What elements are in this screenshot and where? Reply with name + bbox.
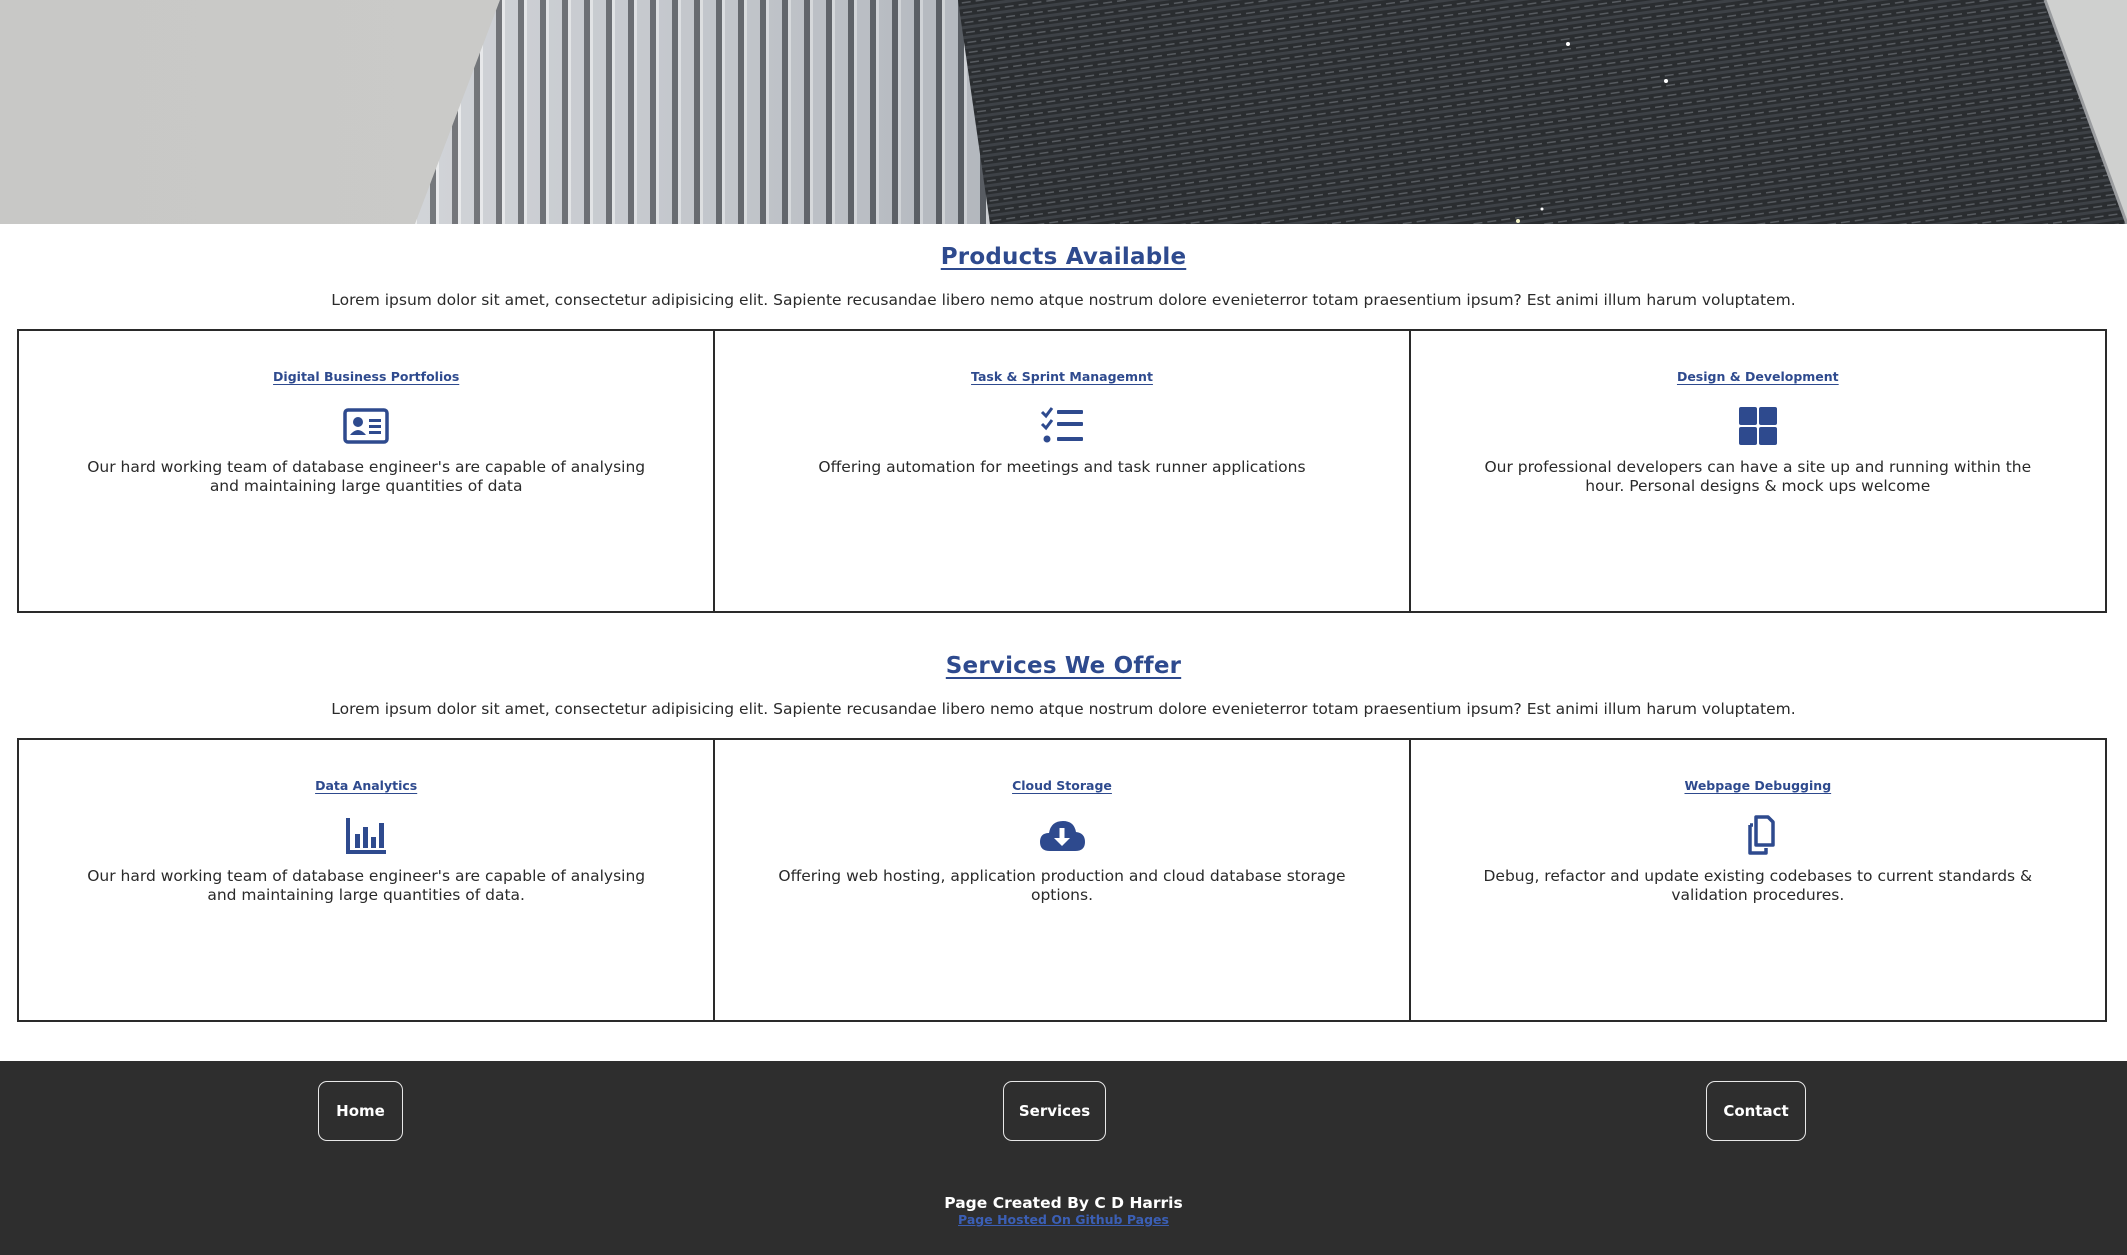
product-card-design-development: Design & Development Our professional de… <box>1408 329 2107 613</box>
products-section-description: Lorem ipsum dolor sit amet, consectetur … <box>331 291 1796 309</box>
footer: Home Services Contact Page Created By C … <box>0 1061 2127 1255</box>
service-card-text-cloud-storage: Offering web hosting, application produc… <box>778 867 1346 904</box>
services-section-description: Lorem ipsum dolor sit amet, consectetur … <box>331 700 1796 718</box>
service-card-text-data-analytics: Our hard working team of database engine… <box>87 867 646 904</box>
product-card-text-task-management: Offering automation for meetings and tas… <box>818 458 1306 476</box>
footer-github-link[interactable]: Page Hosted On Github Pages <box>0 1212 2127 1227</box>
service-card-title-webpage-debugging[interactable]: Webpage Debugging <box>1411 778 2105 793</box>
product-card-title-design-development[interactable]: Design & Development <box>1411 369 2105 384</box>
footer-home-button[interactable]: Home <box>318 1081 403 1141</box>
copy-files-icon <box>1735 815 1781 855</box>
footer-contact-button[interactable]: Contact <box>1706 1081 1806 1141</box>
product-card-title-task-management[interactable]: Task & Sprint Managemnt <box>715 369 1409 384</box>
grid-layout-icon <box>1735 406 1781 446</box>
product-card-title-portfolios[interactable]: Digital Business Portfolios <box>19 369 713 384</box>
service-card-webpage-debugging: Webpage Debugging Debug, refactor and up… <box>1408 738 2107 1022</box>
service-card-title-data-analytics[interactable]: Data Analytics <box>19 778 713 793</box>
products-section-title: Products Available <box>940 244 1187 270</box>
building-photo <box>0 0 2127 224</box>
services-grid: Data Analytics Our hard working team of … <box>17 738 2107 1022</box>
products-grid: Digital Business Portfolios Our hard wor… <box>17 329 2107 613</box>
hero-image <box>0 0 2127 224</box>
service-card-data-analytics: Data Analytics Our hard working team of … <box>17 738 716 1022</box>
service-card-cloud-storage: Cloud Storage Offering web hosting, appl… <box>712 738 1412 1022</box>
footer-credit: Page Created By C D Harris <box>944 1194 1183 1212</box>
product-card-text-design-development: Our professional developers can have a s… <box>1484 458 2032 495</box>
id-card-icon <box>343 406 389 446</box>
product-card-text-portfolios: Our hard working team of database engine… <box>87 458 646 495</box>
product-card-portfolios: Digital Business Portfolios Our hard wor… <box>17 329 716 613</box>
service-card-text-webpage-debugging: Debug, refactor and update existing code… <box>1483 867 2033 904</box>
footer-services-button[interactable]: Services <box>1003 1081 1106 1141</box>
service-card-title-cloud-storage[interactable]: Cloud Storage <box>715 778 1409 793</box>
task-list-icon <box>1039 406 1085 446</box>
product-card-task-management: Task & Sprint Managemnt Offering automat… <box>712 329 1412 613</box>
services-section-title: Services We Offer <box>945 653 1182 679</box>
cloud-download-icon <box>1039 815 1085 855</box>
bar-chart-icon <box>343 815 389 855</box>
